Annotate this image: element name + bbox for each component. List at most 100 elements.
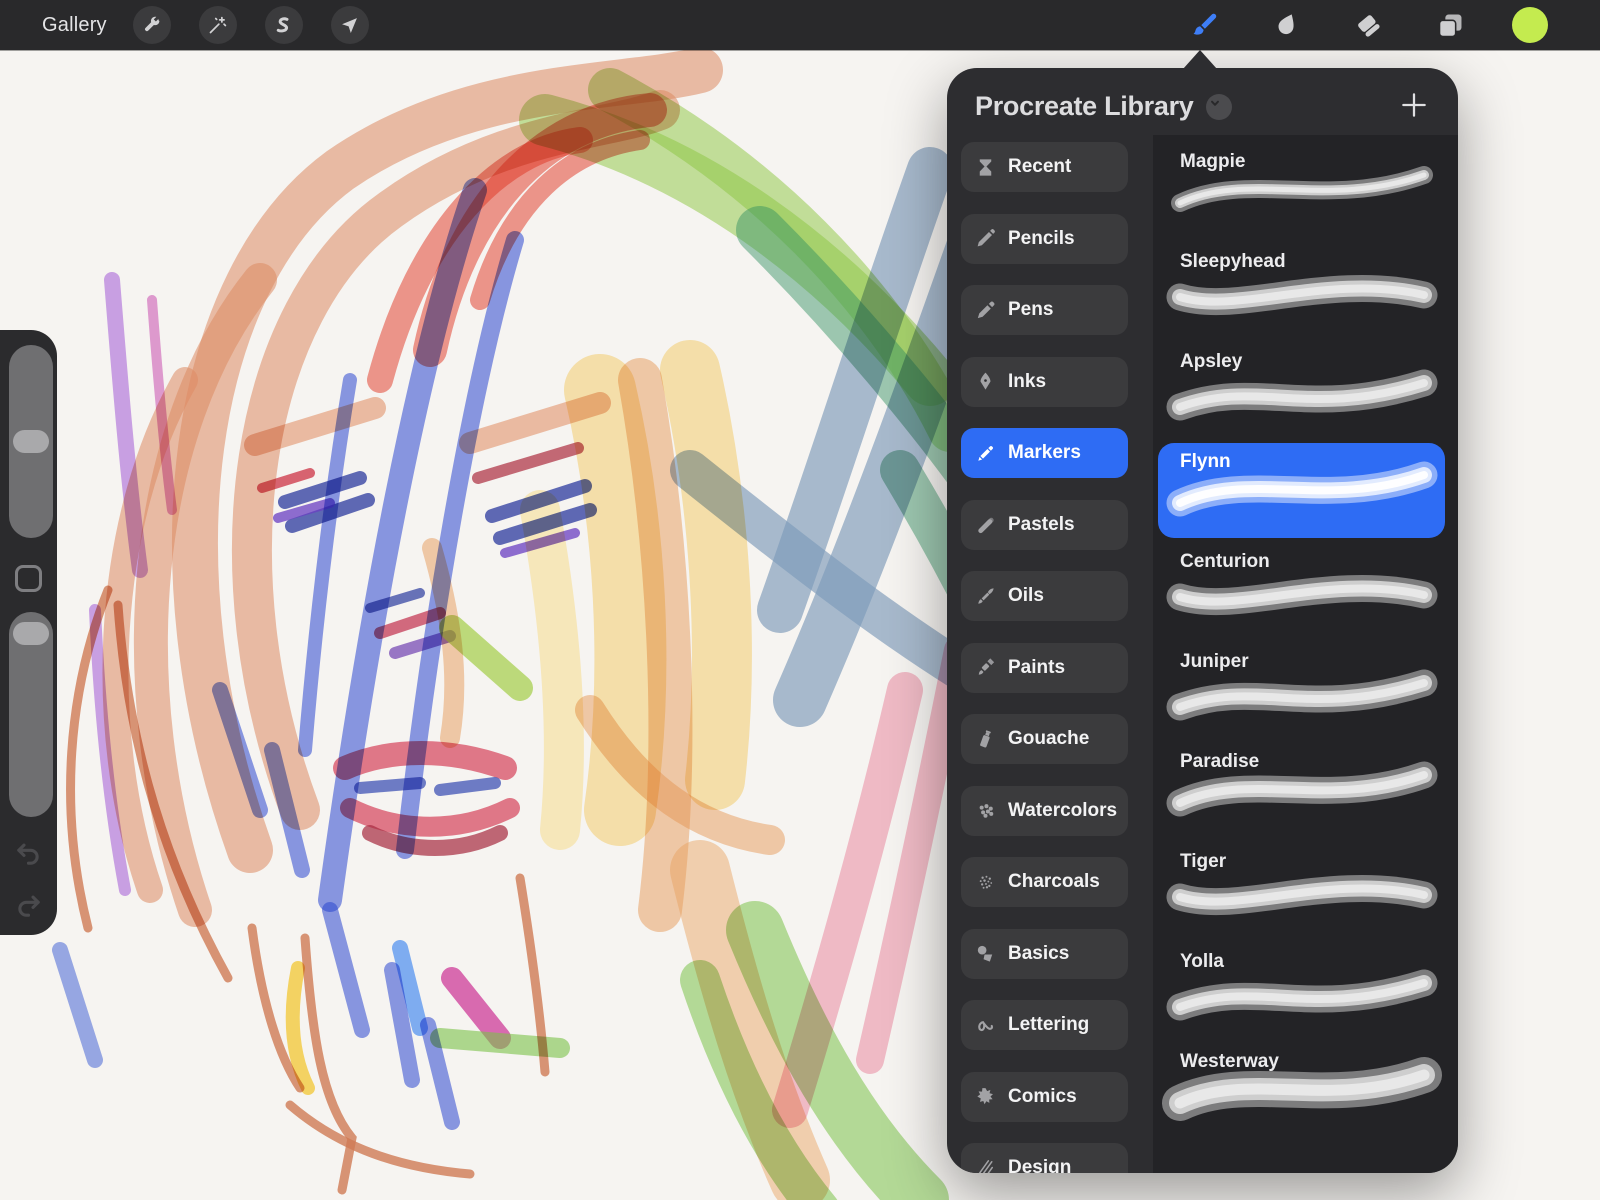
brush-name: Paradise <box>1180 751 1259 773</box>
category-label: Oils <box>1008 585 1044 607</box>
recent-icon <box>974 156 997 179</box>
ink-nib-icon <box>974 370 997 393</box>
actions-button[interactable] <box>133 6 171 44</box>
layers-tool-button[interactable] <box>1430 5 1470 45</box>
transform-button[interactable] <box>331 6 369 44</box>
category-label: Paints <box>1008 657 1065 679</box>
brush-name: Tiger <box>1180 851 1226 873</box>
brush-centurion[interactable]: Centurion <box>1158 543 1445 638</box>
category-label: Design <box>1008 1157 1071 1173</box>
pencil-icon <box>974 227 997 250</box>
category-inks[interactable]: Inks <box>961 357 1128 407</box>
recent-icon <box>974 156 997 179</box>
lettering-icon <box>974 1014 997 1037</box>
charcoal-dots-icon <box>974 871 997 894</box>
category-comics[interactable]: Comics <box>961 1072 1128 1122</box>
watercolor-dots-icon <box>974 799 997 822</box>
comics-burst-icon <box>974 1085 997 1108</box>
brush-name: Juniper <box>1180 651 1249 673</box>
add-brush-button[interactable] <box>1398 89 1434 125</box>
basics-shapes-icon <box>974 942 997 965</box>
brush-apsley[interactable]: Apsley <box>1158 343 1445 438</box>
pencil-icon <box>974 227 997 250</box>
gouache-tube-icon <box>974 728 997 751</box>
brush-paradise[interactable]: Paradise <box>1158 743 1445 838</box>
brush-size-slider[interactable] <box>9 345 53 538</box>
category-oils[interactable]: Oils <box>961 571 1128 621</box>
brush-list: Magpie Sleepyhead Apsley Flynn <box>1158 143 1445 1143</box>
modify-button[interactable] <box>15 565 42 592</box>
pastel-icon <box>974 513 997 536</box>
category-lettering[interactable]: Lettering <box>961 1000 1128 1050</box>
oil-brush-icon <box>974 585 997 608</box>
panel-title: Procreate Library <box>975 91 1194 122</box>
gouache-tube-icon <box>974 728 997 751</box>
brush-juniper[interactable]: Juniper <box>1158 643 1445 738</box>
opacity-slider[interactable] <box>9 612 53 817</box>
panel-header: Procreate Library <box>947 68 1458 135</box>
category-charcoals[interactable]: Charcoals <box>961 857 1128 907</box>
category-label: Pencils <box>1008 228 1075 250</box>
undo-icon <box>13 838 44 869</box>
category-paints[interactable]: Paints <box>961 643 1128 693</box>
smudge-tool-button[interactable] <box>1266 5 1306 45</box>
eraser-icon <box>1353 10 1384 41</box>
undo-button[interactable] <box>13 838 44 869</box>
brush-sleepyhead[interactable]: Sleepyhead <box>1158 243 1445 338</box>
plus-icon <box>1398 89 1430 121</box>
wrench-icon <box>141 15 162 36</box>
redo-icon <box>13 890 44 921</box>
erase-tool-button[interactable] <box>1348 5 1388 45</box>
gallery-button[interactable]: Gallery <box>42 14 107 37</box>
category-label: Markers <box>1008 442 1081 464</box>
design-lines-icon <box>974 1157 997 1174</box>
category-label: Lettering <box>1008 1014 1089 1036</box>
brush-tiger[interactable]: Tiger <box>1158 843 1445 938</box>
category-pastels[interactable]: Pastels <box>961 500 1128 550</box>
brush-magpie[interactable]: Magpie <box>1158 143 1445 238</box>
brush-westerway[interactable]: Westerway <box>1158 1043 1445 1138</box>
top-toolbar: Gallery <box>0 0 1600 50</box>
redo-button[interactable] <box>13 890 44 921</box>
selection-button[interactable] <box>265 6 303 44</box>
brush-size-slider-thumb[interactable] <box>13 430 49 453</box>
category-basics[interactable]: Basics <box>961 929 1128 979</box>
active-color-swatch[interactable] <box>1512 7 1548 43</box>
paint-brush-icon <box>974 656 997 679</box>
category-pens[interactable]: Pens <box>961 285 1128 335</box>
marker-icon <box>974 442 997 465</box>
category-gouache[interactable]: Gouache <box>961 714 1128 764</box>
chevron-down-icon <box>1206 94 1224 112</box>
magic-wand-icon <box>207 15 228 36</box>
ink-nib-icon <box>974 370 997 393</box>
brush-name: Westerway <box>1180 1051 1279 1073</box>
paint-tool-button[interactable] <box>1184 5 1224 45</box>
paint-brush-icon <box>974 656 997 679</box>
brush-yolla[interactable]: Yolla <box>1158 943 1445 1038</box>
toolbar-right-group <box>1184 0 1548 50</box>
category-recent[interactable]: Recent <box>961 142 1128 192</box>
marker-icon <box>974 442 997 465</box>
smudge-icon <box>1271 10 1302 41</box>
category-label: Pastels <box>1008 514 1075 536</box>
brush-flynn[interactable]: Flynn <box>1158 443 1445 538</box>
category-label: Basics <box>1008 943 1069 965</box>
category-label: Pens <box>1008 299 1053 321</box>
category-watercolors[interactable]: Watercolors <box>961 786 1128 836</box>
brush-name: Yolla <box>1180 951 1224 973</box>
category-pencils[interactable]: Pencils <box>961 214 1128 264</box>
category-design[interactable]: Design <box>961 1143 1128 1173</box>
adjustments-button[interactable] <box>199 6 237 44</box>
charcoal-dots-icon <box>974 871 997 894</box>
selection-s-icon <box>273 15 294 36</box>
undo-icon <box>13 838 44 869</box>
sidebar-tool-rail <box>0 330 57 935</box>
library-dropdown-button[interactable] <box>1206 94 1232 120</box>
layers-icon <box>1435 10 1466 41</box>
opacity-slider-thumb[interactable] <box>13 622 49 645</box>
plus-icon <box>1398 89 1434 125</box>
comics-burst-icon <box>974 1085 997 1108</box>
oil-brush-icon <box>974 585 997 608</box>
brush-name: Flynn <box>1180 451 1231 473</box>
category-markers[interactable]: Markers <box>961 428 1128 478</box>
